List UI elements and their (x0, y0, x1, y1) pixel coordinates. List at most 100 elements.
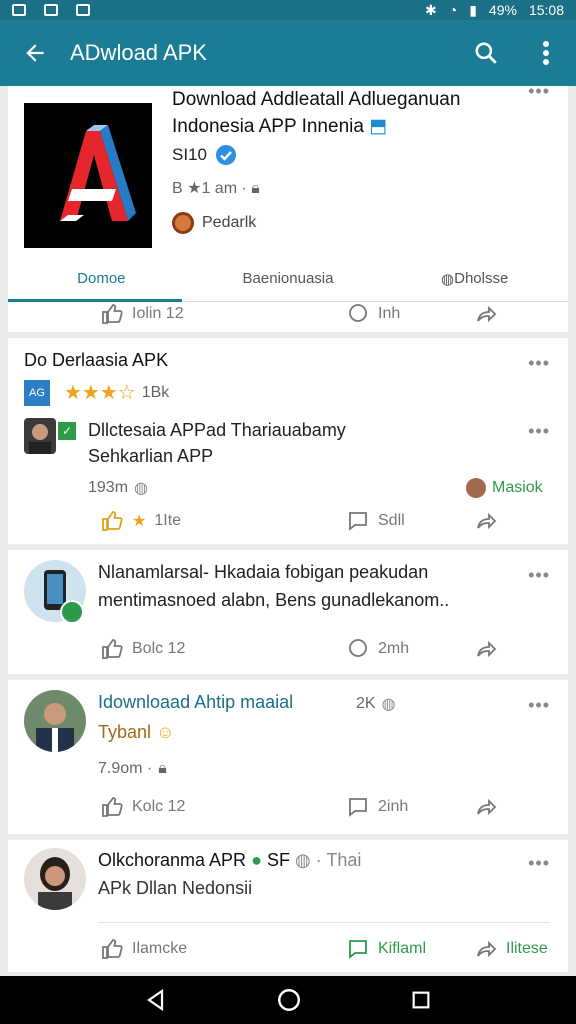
tab-home[interactable]: Domoe (8, 256, 195, 301)
like-button[interactable]: Ilamcke (100, 937, 187, 961)
rating: ★★★☆ 1Bk (64, 382, 170, 404)
overflow-dots-icon[interactable]: ••• (528, 354, 550, 372)
share-button[interactable] (474, 302, 498, 326)
nav-back-icon[interactable] (144, 988, 168, 1012)
post-card: Olkchoranma APR ● SF ◍ · Thai ••• APk Dl… (8, 840, 568, 972)
share-button[interactable] (474, 795, 498, 819)
comment-icon (349, 639, 367, 657)
publisher-avatar (172, 212, 194, 234)
thumbs-up-icon (102, 639, 123, 659)
search-button[interactable] (456, 20, 516, 86)
share-badge-icon: ⬒ (369, 116, 388, 137)
post-title: Do Derlaasia APK (24, 350, 169, 370)
share-button[interactable] (474, 509, 498, 533)
comment-button[interactable]: Inh (346, 302, 400, 326)
file-icon (44, 4, 58, 16)
comment-icon (349, 940, 367, 959)
post-count: 2K ◍ (356, 695, 396, 713)
post-title: Olkchoranma APR ● SF ◍ · Thai (98, 850, 362, 870)
back-button[interactable] (0, 20, 70, 86)
post-heading: Dllctesaia APPad Thariauabamy (88, 420, 346, 440)
post-subheading: Sehkarlian APP (88, 446, 214, 466)
comment-button[interactable]: 2mh (346, 637, 409, 661)
post-text-line-1: Nlanamlarsal- Hkadaia fobigan peakudan (98, 562, 429, 582)
more-vertical-icon (543, 41, 549, 65)
comment-button[interactable]: Sdll (346, 509, 405, 533)
globe-icon: ◍ (134, 480, 148, 497)
verified-icon: ● (251, 850, 262, 870)
share-arrow-icon (477, 940, 497, 958)
share-arrow-icon (477, 305, 497, 323)
mail-icon (12, 4, 26, 16)
comment-button[interactable]: Kiflaml (346, 937, 426, 961)
thumbs-up-icon (102, 511, 123, 531)
verified-icon (215, 145, 236, 165)
author: SI10 (172, 144, 237, 166)
tagged-user[interactable]: Masiok (466, 478, 543, 498)
checkbox-icon: ✓ (58, 422, 76, 440)
lock-icon: 🔒︎ (251, 180, 260, 197)
tab-bar: Domoe Baenionuasia ◍ Dholsse (8, 256, 568, 302)
post-meta: 7.9om · 🔒︎ (98, 760, 167, 777)
online-badge-icon (60, 600, 84, 624)
battery-level: 49% (488, 2, 517, 18)
thumbs-up-icon (102, 797, 123, 817)
nav-recents-icon[interactable] (410, 989, 432, 1011)
app-logo-a-icon (60, 125, 136, 221)
lock-icon: 🔒︎ (158, 760, 167, 777)
avatar (24, 848, 86, 910)
thumbs-up-icon (102, 304, 123, 324)
share-arrow-icon (477, 512, 497, 530)
status-bar: ✱ ◔ ▮ 49% 15:08 (0, 0, 576, 20)
like-button[interactable]: ★ 1Ite (100, 509, 181, 533)
overflow-dots-icon[interactable]: ••• (528, 422, 550, 440)
app-bar: ADwload APK (0, 20, 576, 86)
post-subtitle: APk Dllan Nedonsii (98, 878, 253, 898)
app-title: ADwload APK (70, 40, 207, 65)
star-rating-icon: ★★★☆ (64, 382, 136, 404)
like-button[interactable]: Kolc 12 (100, 795, 185, 819)
publisher[interactable]: Pedarlk (172, 212, 256, 234)
search-icon (475, 42, 497, 64)
overflow-dots-icon[interactable]: ••• (528, 854, 550, 872)
avatar (24, 418, 56, 454)
share-button[interactable]: Ilitese (474, 937, 548, 961)
tab-close[interactable]: ◍ Dholsse (381, 256, 568, 301)
overflow-dots-icon[interactable]: ••• (528, 566, 550, 584)
post-card: Do Derlaasia APK ••• AG ★★★☆ 1Bk ✓ Dllct… (8, 338, 568, 544)
post-subtitle: Tybanl ☺ (98, 722, 175, 742)
overflow-dots-icon[interactable]: ••• (528, 696, 550, 714)
post-meta: B ★1 am · 🔒︎ (172, 180, 260, 197)
globe-icon: ◍ (381, 696, 396, 713)
tag-avatar (466, 478, 486, 498)
divider (98, 922, 550, 923)
globe-icon: ◍ (441, 270, 455, 288)
smile-emoji-icon: ☺ (156, 722, 175, 742)
clock: 15:08 (528, 2, 564, 18)
arrow-left-icon (26, 44, 44, 62)
globe-icon: ◍ (295, 850, 311, 870)
tab-about[interactable]: Baenionuasia (195, 256, 382, 301)
like-button[interactable]: Bolc 12 (100, 637, 185, 661)
app-icon: AG (24, 380, 50, 406)
share-button[interactable] (474, 637, 498, 661)
post-card: Idownloaad Ahtip maaial 2K ◍ ••• Tybanl … (8, 680, 568, 834)
post-meta: 193m ◍ (88, 479, 148, 497)
wifi-icon: ◔ (448, 2, 458, 18)
comment-icon (349, 512, 367, 531)
bluetooth-icon: ✱ (425, 1, 437, 18)
share-arrow-icon (477, 798, 497, 816)
thumbs-up-icon (102, 939, 123, 959)
like-button[interactable]: Iolin 12 (100, 302, 184, 326)
system-nav-bar (0, 976, 576, 1024)
nav-home-icon[interactable] (276, 987, 302, 1013)
app-title-text: Download Addleatall Adlueganuan Indonesi… (172, 89, 461, 137)
notification-icons (12, 4, 90, 16)
comment-button[interactable]: 2inh (346, 795, 408, 819)
comment-icon (349, 798, 367, 817)
overflow-menu-button[interactable] (516, 20, 576, 86)
post-card: Nlanamlarsal- Hkadaia fobigan peakudan •… (8, 550, 568, 674)
share-arrow-icon (477, 640, 497, 658)
avatar (24, 690, 86, 752)
post-title: Idownloaad Ahtip maaial (98, 692, 294, 712)
